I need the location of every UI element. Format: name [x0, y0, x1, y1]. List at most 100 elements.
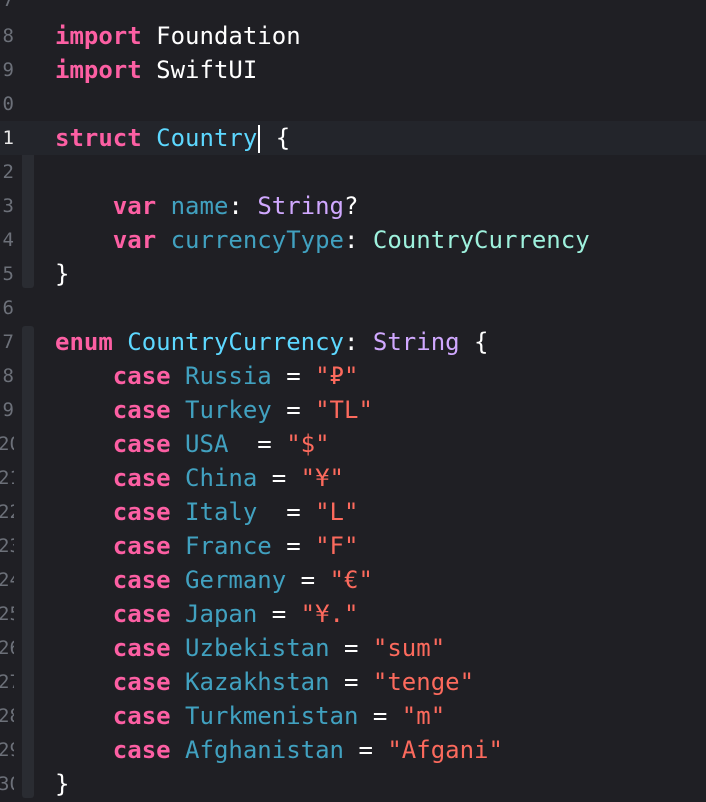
line-number: 30: [0, 773, 14, 795]
case-raw-value: "₽": [315, 362, 359, 390]
equals-sign: =: [286, 566, 330, 594]
case-name: France: [185, 532, 272, 560]
case-name: Japan: [185, 600, 258, 628]
equals-sign: =: [271, 396, 316, 424]
case-name: Russia: [185, 362, 272, 390]
line-number: 5: [2, 263, 14, 285]
struct-name: Country: [156, 124, 258, 152]
case-raw-value: "¥": [300, 464, 345, 492]
case-name: Turkmenistan: [185, 702, 359, 730]
keyword-case: case: [112, 702, 171, 730]
code-line-current[interactable]: 1 struct Country {: [0, 121, 706, 155]
line-number: 25: [0, 603, 14, 625]
code-line: 6: [0, 291, 706, 325]
line-number: 28: [0, 705, 14, 727]
type-name: String: [257, 192, 345, 220]
text-cursor: [258, 125, 261, 153]
keyword-var: var: [112, 192, 157, 220]
keyword-case: case: [112, 362, 171, 390]
line-number: 21: [0, 467, 14, 489]
keyword-case: case: [112, 634, 171, 662]
line-number: 20: [0, 433, 14, 455]
type-name: String: [372, 328, 460, 356]
code-line: 26 case Uzbekistan = "sum": [0, 631, 706, 665]
code-line: 3 var name: String?: [0, 189, 706, 223]
line-number: 8: [2, 365, 14, 387]
code-line: 9 case Turkey = "TL": [0, 393, 706, 427]
closing-brace: }: [55, 770, 70, 798]
colon: :: [228, 192, 258, 220]
case-name: Italy: [185, 498, 258, 526]
keyword-case: case: [112, 532, 171, 560]
case-name: Uzbekistan: [185, 634, 330, 662]
code-line: 21 case China = "¥": [0, 461, 706, 495]
line-number: 9: [2, 399, 14, 421]
code-line: 5 }: [0, 257, 706, 291]
equals-sign: =: [344, 736, 388, 764]
line-number: 2: [2, 161, 14, 183]
brace: {: [261, 124, 291, 152]
keyword-import: import: [55, 56, 142, 84]
line-number: 8: [2, 25, 14, 47]
line-number: 29: [0, 739, 14, 761]
code-line: 7: [0, 0, 706, 17]
line-number: 7: [2, 0, 14, 11]
case-name: Turkey: [185, 396, 272, 424]
code-line: 8 import Foundation: [0, 19, 706, 53]
code-line: 28 case Turkmenistan = "m": [0, 699, 706, 733]
case-raw-value: "€": [329, 566, 373, 594]
code-line: 23 case France = "F": [0, 529, 706, 563]
case-raw-value: "m": [401, 702, 446, 730]
brace: {: [459, 328, 489, 356]
keyword-var: var: [112, 226, 157, 254]
line-number: 9: [2, 59, 14, 81]
case-name: USA: [185, 430, 229, 458]
code-line: 24 case Germany = "€": [0, 563, 706, 597]
code-line: 27 case Kazakhstan = "tenge": [0, 665, 706, 699]
keyword-case: case: [112, 668, 171, 696]
code-line: 22 case Italy = "L": [0, 495, 706, 529]
code-line: 30 }: [0, 767, 706, 801]
closing-brace: }: [55, 260, 70, 288]
optional-mark: ?: [344, 192, 359, 220]
code-line: 2: [0, 155, 706, 189]
case-raw-value: "Afgani": [387, 736, 503, 764]
colon: :: [344, 328, 373, 356]
case-raw-value: "tenge": [372, 668, 475, 696]
code-line: 20 case USA = "$": [0, 427, 706, 461]
equals-sign: =: [257, 600, 301, 628]
property-name: currencyType: [170, 226, 344, 254]
code-line: 0: [0, 87, 706, 121]
case-name: Germany: [185, 566, 287, 594]
code-line: 7 enum CountryCurrency: String {: [0, 325, 706, 359]
code-line: 4 var currencyType: CountryCurrency: [0, 223, 706, 257]
line-number: 3: [2, 195, 14, 217]
keyword-case: case: [112, 464, 171, 492]
line-number: 23: [0, 535, 14, 557]
equals-sign: =: [257, 498, 316, 526]
code-editor[interactable]: 7 8 import Foundation 9 import SwiftUI 0…: [0, 0, 706, 802]
module-name: Foundation: [141, 22, 301, 50]
keyword-case: case: [112, 736, 171, 764]
case-raw-value: "¥.": [300, 600, 359, 628]
case-name: Kazakhstan: [185, 668, 330, 696]
line-number: 1: [2, 127, 14, 149]
type-name: CountryCurrency: [372, 226, 590, 254]
keyword-case: case: [112, 396, 171, 424]
code-line: 8 case Russia = "₽": [0, 359, 706, 393]
case-name: China: [185, 464, 258, 492]
code-line: 29 case Afghanistan = "Afgani": [0, 733, 706, 767]
